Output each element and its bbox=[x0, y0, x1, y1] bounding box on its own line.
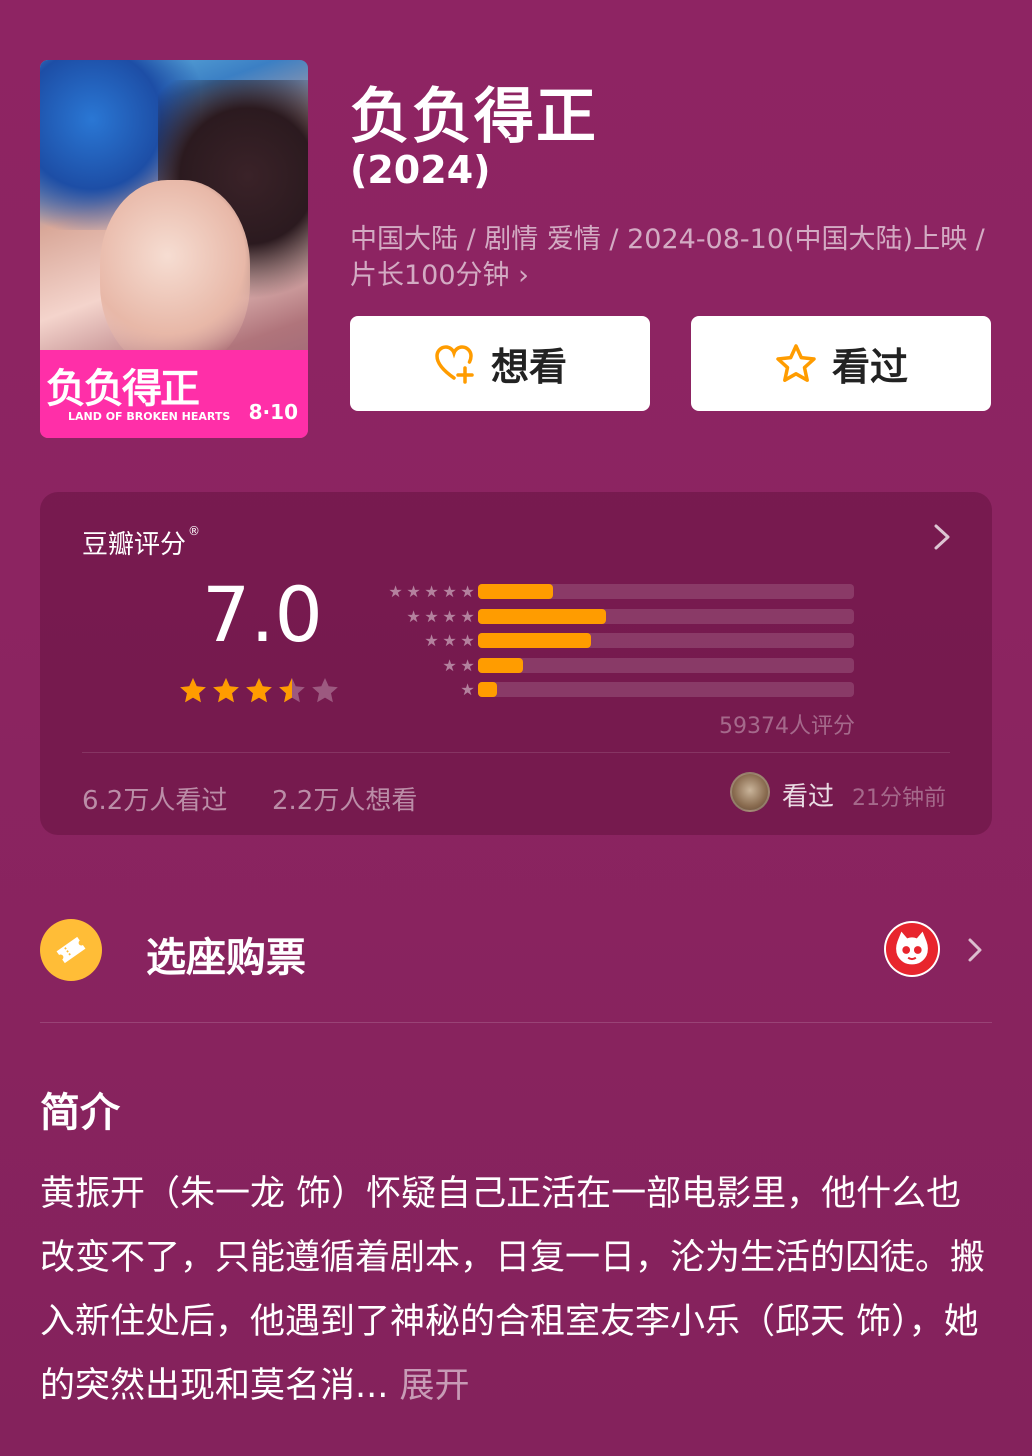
star-icon: ★ bbox=[424, 582, 439, 601]
star-icon: ★ bbox=[442, 655, 457, 675]
star-icon: ★ bbox=[388, 582, 403, 601]
rating-distribution-row: ★ ★ ★ bbox=[370, 631, 870, 656]
avatar[interactable] bbox=[730, 772, 770, 812]
star-icon: ★ bbox=[460, 655, 475, 675]
star-full-icon bbox=[213, 678, 239, 703]
star-full-icon bbox=[246, 678, 272, 703]
star-half-icon bbox=[279, 678, 305, 703]
rating-distribution: ★ ★ ★ ★ ★ ★ ★ ★ ★ ★ ★ ★ ★ ★ ★ bbox=[370, 582, 870, 705]
rating-row-stars: ★ ★ ★ ★ bbox=[405, 606, 476, 626]
poster-date: 8·10 bbox=[248, 400, 298, 424]
divider bbox=[82, 752, 950, 753]
rating-bar-fill bbox=[478, 682, 497, 697]
divider bbox=[40, 1022, 992, 1023]
rating-distribution-row: ★ ★ ★ ★ bbox=[370, 607, 870, 632]
rating-bar-track bbox=[478, 584, 854, 599]
star-outline-icon bbox=[776, 343, 816, 382]
rating-stars bbox=[178, 676, 340, 706]
buy-tickets-label: 选座购票 bbox=[146, 935, 306, 981]
movie-poster[interactable]: 负负得正 LAND OF BROKEN HEARTS 8·10 bbox=[40, 60, 308, 438]
friend-activity-time: 21分钟前 bbox=[852, 786, 946, 811]
rating-card[interactable]: 豆瓣评分 ® 7.0 ★ ★ ★ ★ ★ ★ ★ ★ ★ ★ ★ ★ ★ ★ ★ 59374人评分 6.2万人… bbox=[40, 492, 992, 835]
rating-bar-fill bbox=[478, 608, 606, 624]
chevron-right-icon bbox=[968, 938, 982, 962]
movie-meta-info[interactable]: 中国大陆 / 剧情 爱情 / 2024-08-10(中国大陆)上映 / 片长10… bbox=[350, 222, 990, 294]
rating-bar-track bbox=[478, 608, 854, 624]
star-icon: ★ bbox=[460, 582, 475, 601]
rating-score: 7.0 bbox=[202, 570, 323, 659]
rating-bar-track bbox=[478, 657, 854, 673]
rating-bar-track bbox=[478, 682, 854, 697]
star-icon: ★ bbox=[460, 606, 475, 626]
rating-distribution-row: ★ ★ ★ ★ ★ bbox=[370, 582, 870, 607]
registered-mark: ® bbox=[188, 524, 201, 538]
poster-title-band: 负负得正 LAND OF BROKEN HEARTS 8·10 bbox=[40, 350, 308, 438]
want-count[interactable]: 2.2万人想看 bbox=[272, 780, 417, 817]
expand-link[interactable]: 展开 bbox=[400, 1366, 470, 1406]
rating-row-stars: ★ ★ ★ bbox=[423, 632, 476, 650]
watched-button[interactable]: 看过 bbox=[691, 316, 991, 411]
rating-distribution-row: ★ bbox=[370, 680, 870, 705]
synopsis-title: 简介 bbox=[40, 1090, 120, 1136]
star-icon: ★ bbox=[406, 582, 421, 601]
rating-bar-track bbox=[478, 633, 854, 648]
movie-year: (2024) bbox=[350, 148, 491, 192]
rating-row-stars: ★ bbox=[459, 681, 476, 699]
poster-title-art: 负负得正 bbox=[46, 366, 200, 412]
rating-bar-fill bbox=[478, 657, 524, 673]
rating-bar-fill bbox=[478, 633, 591, 648]
watched-label: 看过 bbox=[831, 345, 908, 389]
movie-title: 负负得正 bbox=[350, 82, 598, 152]
poster-english-title: LAND OF BROKEN HEARTS bbox=[68, 410, 231, 423]
star-empty-icon bbox=[312, 678, 338, 703]
star-icon: ★ bbox=[424, 606, 439, 626]
want-to-watch-button[interactable]: 想看 bbox=[350, 316, 650, 411]
chevron-right-icon[interactable] bbox=[930, 522, 954, 552]
star-full-icon bbox=[180, 678, 206, 703]
maoyan-cat-icon bbox=[884, 921, 940, 977]
star-icon: ★ bbox=[460, 631, 475, 650]
rating-row-stars: ★ ★ ★ ★ ★ bbox=[387, 583, 476, 601]
star-icon: ★ bbox=[442, 606, 457, 626]
friend-activity-action: 看过 bbox=[782, 782, 835, 812]
want-to-watch-label: 想看 bbox=[490, 345, 567, 389]
synopsis-body: 黄振开（朱一龙 饰）怀疑自己正活在一部电影里，他什么也改变不了，只能遵循着剧本，… bbox=[40, 1174, 986, 1406]
star-icon: ★ bbox=[442, 631, 457, 650]
rating-distribution-row: ★ ★ bbox=[370, 656, 870, 681]
star-icon: ★ bbox=[460, 680, 475, 699]
heart-plus-icon bbox=[435, 344, 474, 384]
ticket-icon bbox=[40, 919, 102, 981]
rating-bar-fill bbox=[478, 584, 554, 599]
rating-row-stars: ★ ★ bbox=[441, 655, 476, 675]
buy-tickets-row[interactable]: 选座购票 bbox=[40, 915, 992, 985]
watched-count[interactable]: 6.2万人看过 bbox=[82, 780, 227, 817]
rating-count: 59374人评分 bbox=[719, 714, 855, 739]
rating-title: 豆瓣评分 ® bbox=[82, 524, 201, 560]
synopsis-text: 黄振开（朱一龙 饰）怀疑自己正活在一部电影里，他什么也改变不了，只能遵循着剧本，… bbox=[40, 1162, 990, 1418]
star-icon: ★ bbox=[406, 606, 421, 626]
star-icon: ★ bbox=[424, 631, 439, 650]
star-icon: ★ bbox=[442, 582, 457, 601]
